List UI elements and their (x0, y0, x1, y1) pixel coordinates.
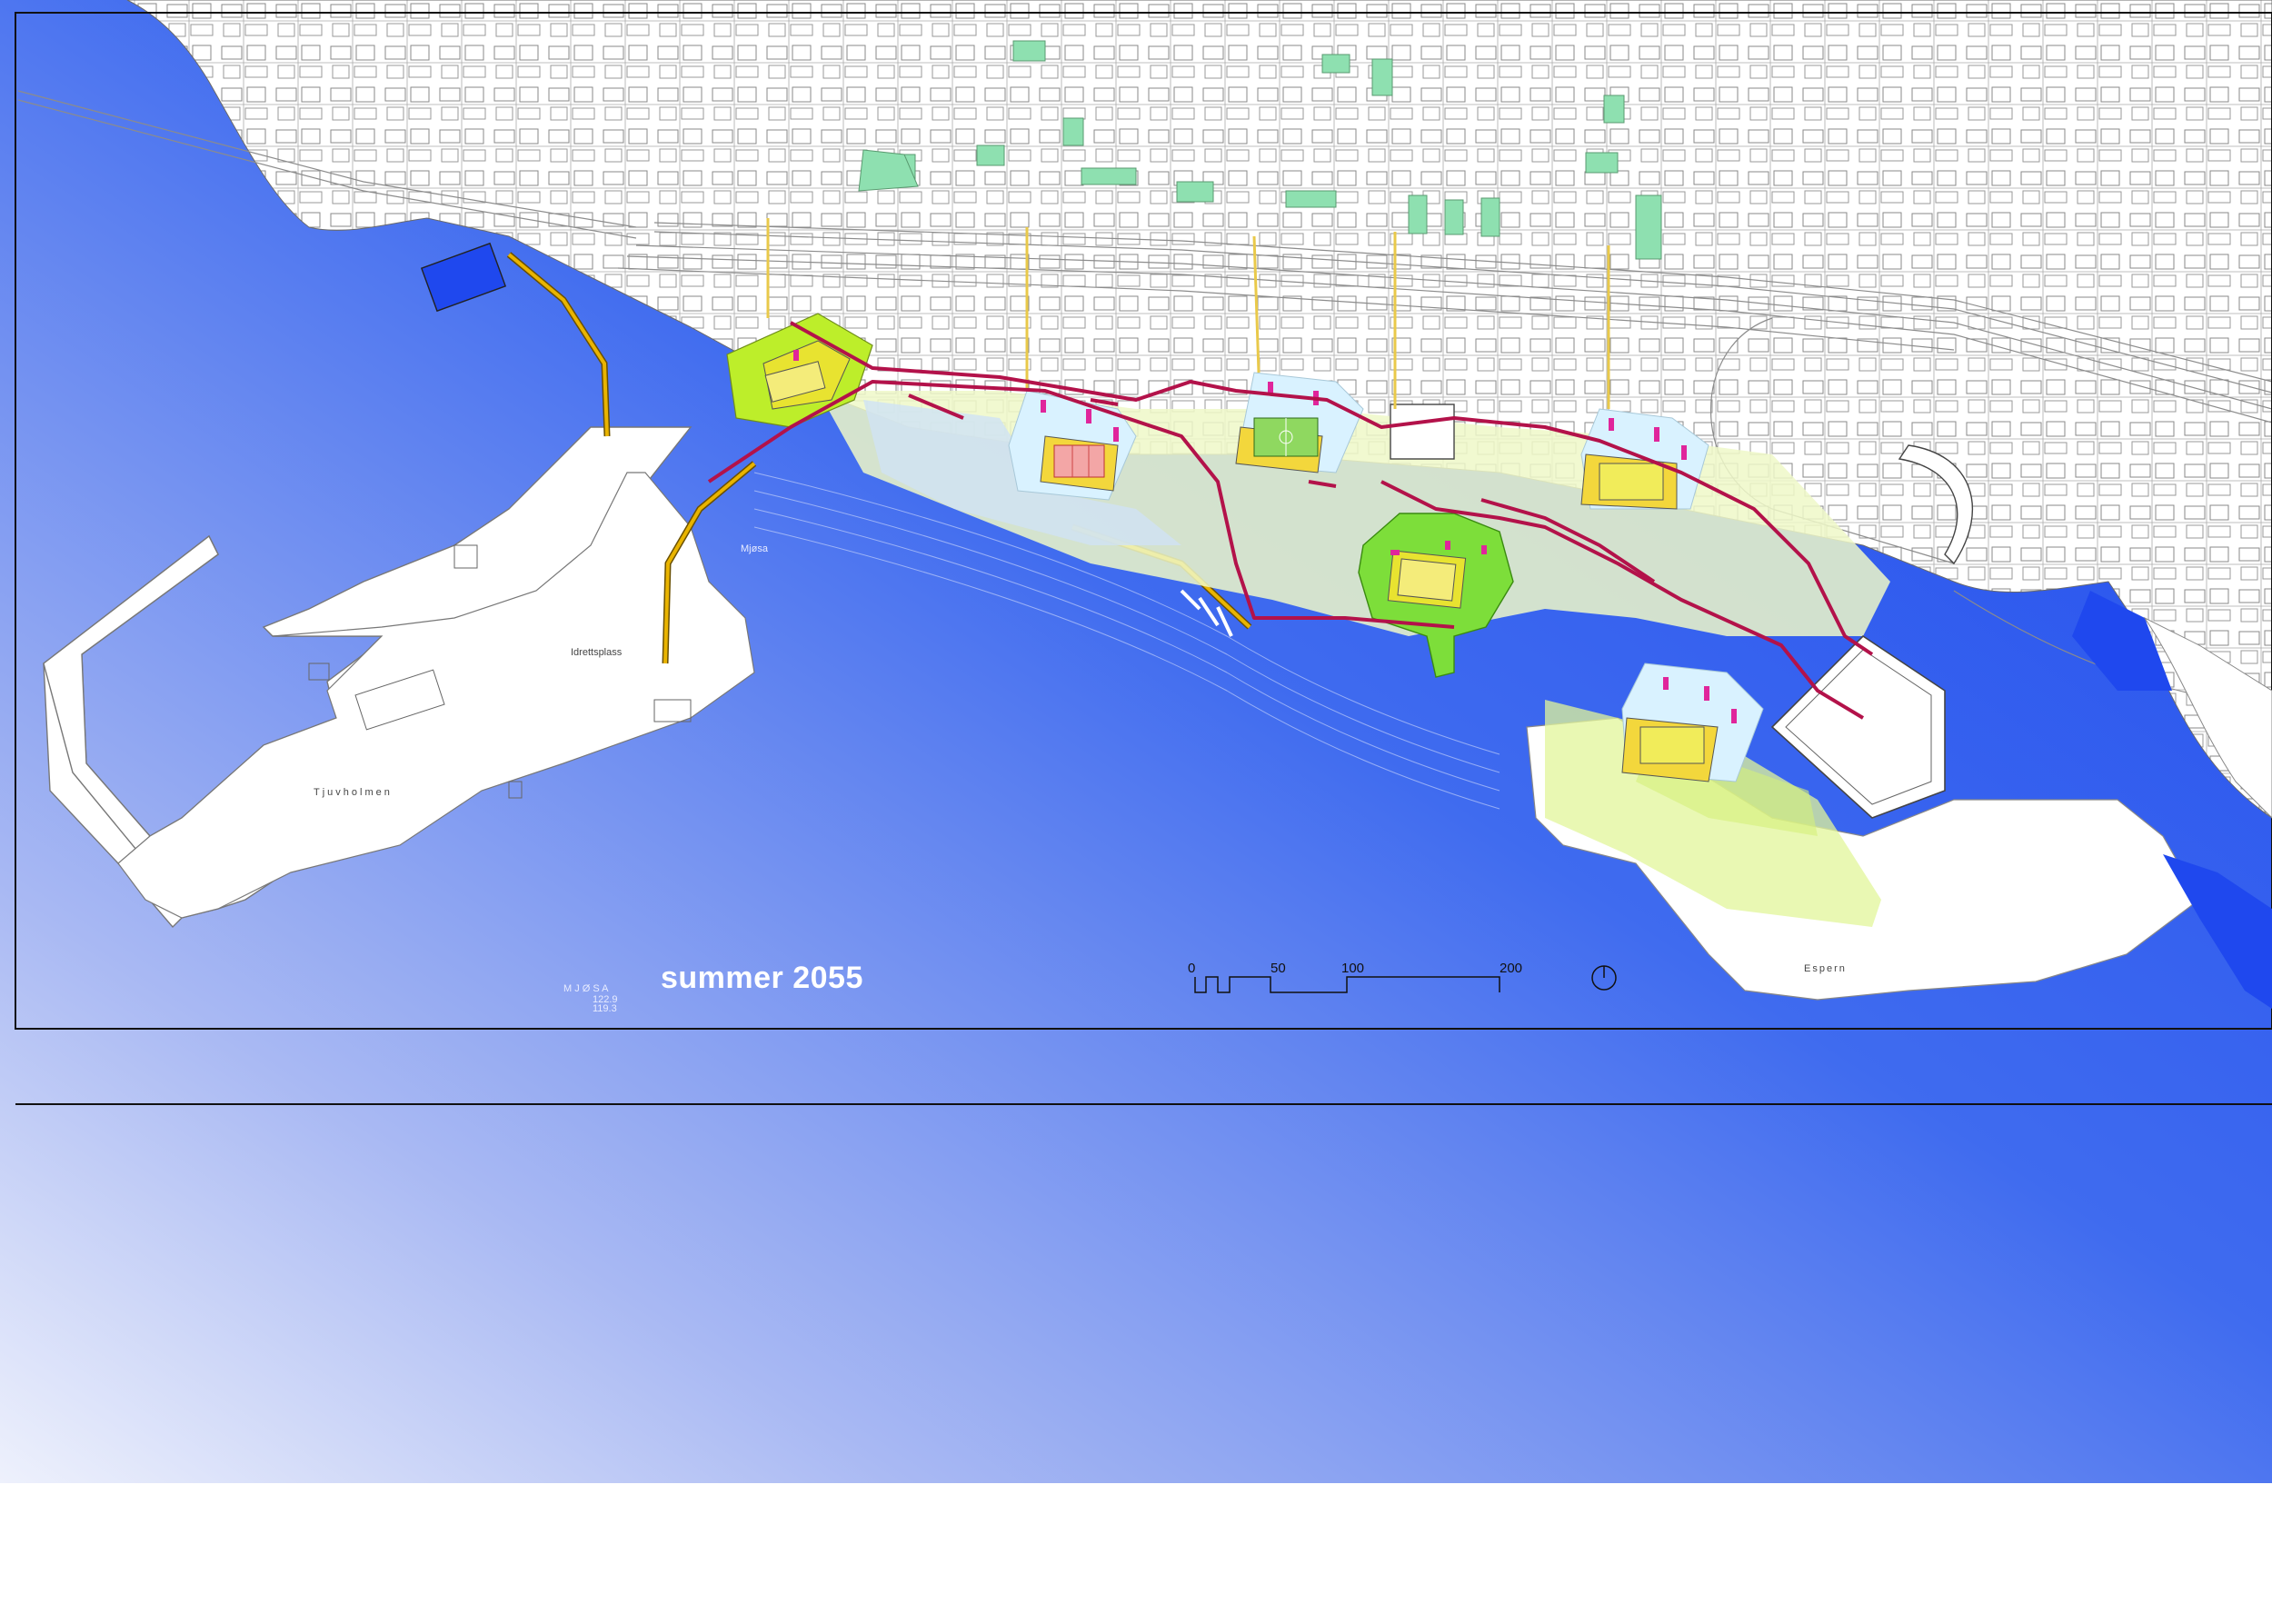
label-idrettsplass: Idrettsplass (571, 647, 623, 658)
water-label-name: M J Ø S A (563, 983, 609, 994)
caption: summer 2055 (661, 961, 863, 995)
scale-tick-200: 200 (1500, 961, 1523, 976)
label-bay: Mjøsa (741, 543, 768, 554)
blank-bottom (0, 1483, 2272, 1624)
shed (1390, 404, 1455, 460)
site-plan-map (0, 0, 2272, 1624)
map-sheet: summer 2055 0 50 100 200 Tjuvholmen Espe… (0, 0, 2272, 1624)
scale-tick-50: 50 (1271, 961, 1286, 976)
label-tjuvholmen: Tjuvholmen (314, 787, 393, 798)
water-label-level-2: 119.3 (593, 1003, 617, 1014)
scale-tick-100: 100 (1341, 961, 1365, 976)
scale-tick-0: 0 (1188, 961, 1196, 976)
label-espern: Espern (1804, 963, 1847, 974)
